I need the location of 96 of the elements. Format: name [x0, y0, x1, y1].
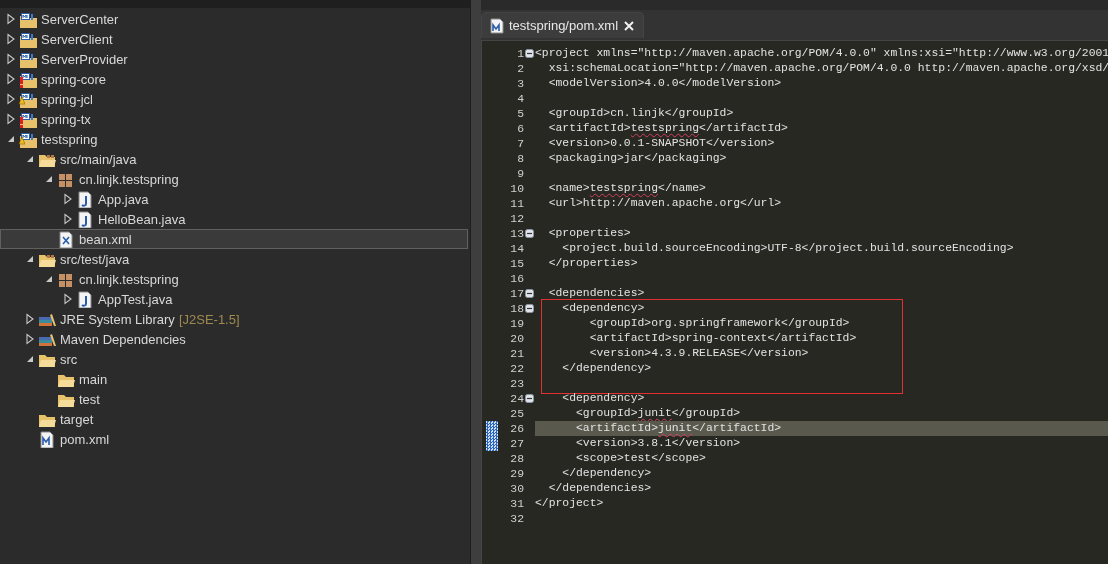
- line-number: 8: [516, 152, 524, 165]
- tree-item[interactable]: cn.linjk.testspring: [0, 269, 470, 289]
- code-line: <project.build.sourceEncoding>UTF-8</project.build.sourceEncoding>: [561, 241, 1015, 256]
- tree-item[interactable]: src: [0, 349, 470, 369]
- line-number: 24: [509, 392, 524, 405]
- line-number: 3: [516, 77, 524, 90]
- tree-item[interactable]: JRE System Library [J2SE-1.5]: [0, 309, 470, 329]
- line-number: 14: [509, 242, 524, 255]
- code-line: <packaging>jar</packaging>: [547, 151, 728, 166]
- library-version-label: [J2SE-1.5]: [178, 311, 240, 327]
- line-number: 23: [509, 377, 524, 390]
- line-number: 15: [509, 257, 524, 270]
- code-line: <version>0.0.1-SNAPSHOT</version>: [547, 136, 776, 151]
- line-number: 1: [516, 47, 524, 60]
- code-line: <name>testspring</name>: [547, 181, 707, 196]
- code-line: xsi:schemaLocation="http://maven.apache.org/POM/4.0.0 http://maven.apache.org/xsd/: [547, 61, 1108, 76]
- line-number: 13: [509, 227, 524, 240]
- code-line: <groupId>junit</groupId>: [575, 406, 742, 421]
- code-line: <dependency>: [561, 391, 646, 406]
- project-folder-icon: [19, 50, 38, 68]
- code-line: <version>4.3.9.RELEASE</version>: [588, 346, 810, 361]
- tree-item[interactable]: spring-jcl: [0, 89, 470, 109]
- tree-item[interactable]: test: [0, 389, 470, 409]
- line-number: 6: [516, 122, 524, 135]
- pom-file-icon: [38, 430, 57, 448]
- code-line: <dependency>: [561, 301, 646, 316]
- fold-toggle-icon[interactable]: [525, 49, 534, 58]
- line-number: 32: [509, 512, 524, 525]
- project-folder-icon: [19, 30, 38, 48]
- line-number: 20: [509, 332, 524, 345]
- line-number: 10: [509, 182, 524, 195]
- fold-toggle-icon[interactable]: [525, 289, 534, 298]
- code-line: <project xmlns="http://maven.apache.org/POM/4.0.0" xmlns:xsi="http://www.w3.org/2001: [535, 46, 1108, 61]
- line-number: 27: [509, 437, 524, 450]
- tree-item[interactable]: AppTest.java: [0, 289, 470, 309]
- line-number: 30: [509, 482, 524, 495]
- code-line: <scope>test</scope>: [575, 451, 707, 466]
- code-line: <groupId>cn.linjk</groupId>: [547, 106, 735, 121]
- code-line: </properties>: [547, 256, 639, 271]
- line-number: 5: [516, 107, 524, 120]
- line-number: 17: [509, 287, 524, 300]
- line-number: 22: [509, 362, 524, 375]
- tree-item[interactable]: pom.xml: [0, 429, 470, 449]
- java-file-icon: [76, 190, 95, 208]
- code-line: </dependencies>: [547, 481, 653, 496]
- code-line: <version>3.8.1</version>: [575, 436, 742, 451]
- tree-item[interactable]: ServerCenter: [0, 9, 470, 29]
- line-number: 12: [509, 212, 524, 225]
- java-file-icon: [76, 290, 95, 308]
- code-line: <properties>: [547, 226, 632, 241]
- tree-item[interactable]: main: [0, 369, 470, 389]
- line-number: 16: [509, 272, 524, 285]
- close-icon[interactable]: [623, 19, 636, 32]
- code-line: <artifactId>spring-context</artifactId>: [588, 331, 858, 346]
- tree-item[interactable]: HelloBean.java: [0, 209, 470, 229]
- tree-item[interactable]: App.java: [0, 189, 470, 209]
- line-number: 31: [509, 497, 524, 510]
- fold-toggle-icon[interactable]: [525, 304, 534, 313]
- line-number: 18: [509, 302, 524, 315]
- tree-item[interactable]: target: [0, 409, 470, 429]
- tree-item[interactable]: bean.xml: [0, 229, 468, 249]
- code-line: <artifactId>testspring</artifactId>: [547, 121, 789, 136]
- tree-item[interactable]: testspring: [0, 129, 470, 149]
- line-number: 29: [509, 467, 524, 480]
- line-number: 7: [516, 137, 524, 150]
- code-line: <modelVersion>4.0.0</modelVersion>: [547, 76, 783, 91]
- project-folder-icon: [19, 10, 38, 28]
- xml-file-icon: [490, 17, 504, 34]
- line-number: 26: [509, 422, 524, 435]
- line-number: 11: [509, 197, 524, 210]
- tree-item[interactable]: ServerClient: [0, 29, 470, 49]
- editor-tab[interactable]: testspring/pom.xml: [481, 12, 645, 38]
- code-line: </project>: [535, 496, 605, 511]
- line-number: 21: [509, 347, 524, 360]
- code-line: <groupId>org.springframework</groupId>: [588, 316, 851, 331]
- line-number: 28: [509, 452, 524, 465]
- code-line: <url>http://maven.apache.org</url>: [547, 196, 783, 211]
- tree-item[interactable]: src/test/java: [0, 249, 470, 269]
- fold-toggle-icon[interactable]: [525, 394, 534, 403]
- fold-toggle-icon[interactable]: [525, 229, 534, 238]
- code-line: </dependency>: [561, 361, 653, 376]
- tree-item[interactable]: Maven Dependencies: [0, 329, 470, 349]
- tree-item[interactable]: src/main/java: [0, 149, 470, 169]
- code-line: <dependencies>: [547, 286, 646, 301]
- java-file-icon: [76, 210, 95, 228]
- code-line: </dependency>: [561, 466, 653, 481]
- tree-item[interactable]: spring-core: [0, 69, 470, 89]
- tree-item[interactable]: spring-tx: [0, 109, 470, 129]
- xml-file-icon: [57, 230, 76, 248]
- tree-item[interactable]: ServerProvider: [0, 49, 470, 69]
- line-number: 2: [516, 62, 524, 75]
- tree-item[interactable]: cn.linjk.testspring: [0, 169, 470, 189]
- line-number: 19: [509, 317, 524, 330]
- line-number: 9: [516, 167, 524, 180]
- line-number: 4: [516, 92, 524, 105]
- line-number: 25: [509, 407, 524, 420]
